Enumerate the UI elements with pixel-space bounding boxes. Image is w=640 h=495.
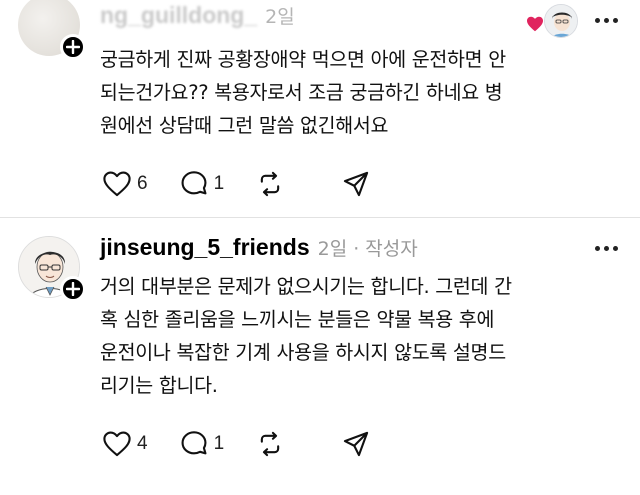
timestamp: 2일 xyxy=(265,6,295,28)
post-body: 거의 대부분은 문제가 없으시기는 합니다. 그런데 간 혹 심한 졸리움을 느… xyxy=(100,270,625,402)
top-post: ng_guilldong_ 2일 궁금하게 진짜 공황장애약 먹으면 아에 운전… xyxy=(0,0,640,218)
repost-button[interactable] xyxy=(256,430,284,458)
like-button[interactable]: 4 xyxy=(103,431,148,457)
post-actions: 4 1 xyxy=(103,430,402,458)
like-count: 6 xyxy=(137,173,148,194)
dot xyxy=(604,18,609,23)
body-line: 원에선 상담때 그런 말씀 없긴해서요 xyxy=(100,114,389,137)
body-line: 운전이나 복잡한 기계 사용을 하시지 않도록 설명드 xyxy=(100,341,506,364)
timestamp: 2일 xyxy=(317,238,348,260)
top-post-avatar-wrap[interactable] xyxy=(18,0,86,60)
meta-separator: · xyxy=(353,238,360,260)
reply-button[interactable]: 1 xyxy=(180,430,225,458)
reply-count: 1 xyxy=(213,433,225,454)
dot xyxy=(613,18,618,23)
cartoon-face-icon xyxy=(545,5,577,37)
share-icon xyxy=(344,171,369,197)
share-icon xyxy=(344,431,369,457)
comment-icon xyxy=(181,431,207,455)
author-liked-indicator xyxy=(526,4,586,40)
body-line: 리기는 합니다. xyxy=(100,374,218,397)
follow-plus-button[interactable] xyxy=(60,34,86,60)
follow-plus-button[interactable] xyxy=(60,276,86,302)
post-body: 궁금하게 진짜 공황장애약 먹으면 아에 운전하면 안 되는건가요?? 복용자로… xyxy=(100,43,625,142)
reply-post-avatar-wrap[interactable] xyxy=(18,236,86,302)
reply-post-header: jinseung_5_friends 2일 · 작성자 xyxy=(100,234,418,261)
reply-post: jinseung_5_friends 2일 · 작성자 거의 대부분은 문제가 … xyxy=(0,218,640,495)
dot xyxy=(604,246,609,251)
heart-filled-icon xyxy=(527,16,543,32)
body-line: 혹 심한 졸리움을 느끼시는 분들은 약물 복용 후에 xyxy=(100,308,495,331)
comment-icon xyxy=(181,171,207,195)
plus-icon xyxy=(66,40,80,54)
repost-icon xyxy=(260,431,280,457)
top-post-header: ng_guilldong_ 2일 xyxy=(100,2,295,29)
username[interactable]: ng_guilldong_ xyxy=(100,2,257,29)
repost-icon xyxy=(260,171,280,197)
username[interactable]: jinseung_5_friends xyxy=(100,234,310,261)
dot xyxy=(595,18,600,23)
author-avatar-small xyxy=(544,4,578,38)
author-tag: 작성자 xyxy=(365,238,418,260)
dot xyxy=(613,246,618,251)
like-button[interactable]: 6 xyxy=(103,171,148,197)
reply-button[interactable]: 1 xyxy=(180,170,225,198)
plus-icon xyxy=(66,282,80,296)
share-button[interactable] xyxy=(342,430,370,458)
more-options-button[interactable] xyxy=(595,18,618,23)
reply-count: 1 xyxy=(213,173,225,194)
body-line: 궁금하게 진짜 공황장애약 먹으면 아에 운전하면 안 xyxy=(100,48,506,71)
more-options-button[interactable] xyxy=(595,246,618,251)
body-line: 거의 대부분은 문제가 없으시기는 합니다. 그런데 간 xyxy=(100,275,512,298)
heart-icon xyxy=(103,171,131,197)
heart-icon xyxy=(103,431,131,457)
post-actions: 6 1 xyxy=(103,170,402,198)
like-count: 4 xyxy=(137,433,148,454)
dot xyxy=(595,246,600,251)
repost-button[interactable] xyxy=(256,170,284,198)
share-button[interactable] xyxy=(342,170,370,198)
body-line: 되는건가요?? 복용자로서 조금 궁금하긴 하네요 병 xyxy=(100,81,503,104)
